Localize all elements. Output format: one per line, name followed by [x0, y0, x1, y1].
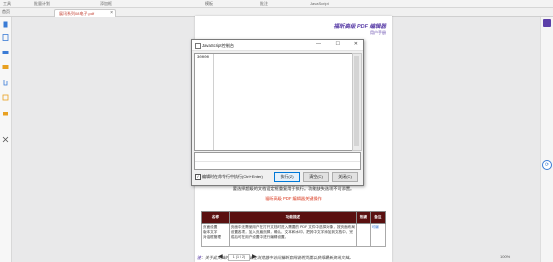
page-body-text: 要选择超级的文档设定框重复用于执行。功能缺失选项不可添置。	[232, 186, 355, 191]
zoom-control[interactable]: 100%	[430, 253, 540, 261]
ribbon-item-javascript[interactable]: JavaScript	[310, 1, 329, 6]
clear-button[interactable]: 清空(C)	[303, 172, 329, 182]
execute-on-enter-checkbox[interactable]: ✓	[195, 174, 201, 180]
zoom-level: 100%	[500, 254, 511, 259]
page-title: 福昕高级 PDF 编辑器	[333, 24, 386, 30]
ribbon-item-batch[interactable]: 批量计划	[34, 1, 50, 7]
layers-icon[interactable]	[2, 49, 9, 56]
page-number-input[interactable]: 1 (1 / 2)	[228, 254, 250, 261]
ribbon-item-tools[interactable]: 工具	[3, 1, 11, 7]
tab-home[interactable]: 首页	[2, 9, 10, 15]
table-header: 名称	[201, 211, 230, 224]
left-sidebar	[0, 17, 12, 262]
tab-document[interactable]: 展讯系列08电子.pdf ×	[54, 9, 116, 17]
dialog-titlebar[interactable]: JavaScript控制台 — ☐ ✕	[192, 40, 363, 51]
table-row: 页面设置 版本文字 对话框管理 页面中无需使用户在打开文档时进入需要的 PDF …	[201, 223, 387, 247]
scrollbar-thumb[interactable]	[354, 56, 359, 146]
shortcut-table: 名称 功能描述 热键 备注 页面设置 版本文字 对话框管理 页面中无需使用户在打…	[201, 211, 387, 247]
table-header: 功能描述	[228, 211, 358, 224]
page-section-heading: 福昕高级 PDF 编辑器关键操作	[265, 196, 322, 201]
table-header: 备注	[369, 211, 387, 224]
comment-icon[interactable]	[2, 64, 9, 71]
close-icon[interactable]: ×	[110, 10, 113, 16]
command-divider	[195, 161, 360, 162]
app-icon	[195, 43, 201, 49]
table-header: 热键	[356, 211, 371, 224]
console-scrollbar[interactable]	[352, 53, 362, 151]
bookmark-icon[interactable]	[2, 21, 9, 28]
javascript-console-dialog: JavaScript控制台 — ☐ ✕ 30000 ✓ 编辑时在命令行中执行(C…	[191, 39, 364, 186]
prev-page-button[interactable]: ◀	[218, 253, 223, 260]
tools-icon[interactable]	[2, 136, 9, 143]
dialog-title: JavaScript控制台	[202, 43, 235, 48]
signature-icon[interactable]	[2, 94, 9, 101]
ribbon-toolbar: 工具 批量计划 添加框 模板 批注 JavaScript	[0, 0, 553, 8]
page-navigation: ◀ 1 (1 / 2) ▶	[200, 253, 320, 261]
tab-document-label: 展讯系列08电子.pdf	[59, 11, 95, 16]
table-cell-key	[356, 223, 371, 247]
security-icon[interactable]	[2, 109, 9, 116]
maximize-button[interactable]: ☐	[336, 41, 340, 47]
side-panel-toggle-icon[interactable]: ⟳	[542, 160, 552, 170]
ribbon-item-template[interactable]: 模板	[205, 1, 213, 7]
console-gutter	[195, 54, 214, 150]
page-thumbnail-icon[interactable]	[2, 34, 9, 41]
attachment-icon[interactable]	[2, 79, 9, 86]
next-page-button[interactable]: ▶	[252, 253, 257, 260]
ribbon-item-add-box[interactable]: 添加框	[100, 1, 112, 7]
minimize-button[interactable]: —	[316, 41, 321, 47]
assistant-icon[interactable]	[543, 19, 551, 27]
close-dialog-button[interactable]: 关闭(C)	[332, 172, 358, 182]
execute-on-enter-label: 编辑时在命令行中执行(Ctrl+Enter)	[202, 174, 263, 179]
table-cell-desc: 页面中无需使用户在打开文档时进入需要的 PDF 文件中选择对象，按页面布局设置各…	[228, 223, 358, 247]
console-output[interactable]: 30000	[194, 53, 353, 151]
ribbon-item-annotate[interactable]: 批注	[260, 1, 268, 7]
table-cell-name: 页面设置 版本文字 对话框管理	[201, 223, 230, 247]
run-button[interactable]: 执行(Z)	[274, 172, 300, 182]
table-cell-note: 可编	[369, 223, 387, 247]
console-value: 30000	[197, 56, 210, 60]
command-input[interactable]	[194, 152, 361, 170]
close-button[interactable]: ✕	[354, 41, 358, 47]
right-sidebar	[540, 17, 553, 262]
page-subtitle: 用户手册	[370, 30, 386, 35]
